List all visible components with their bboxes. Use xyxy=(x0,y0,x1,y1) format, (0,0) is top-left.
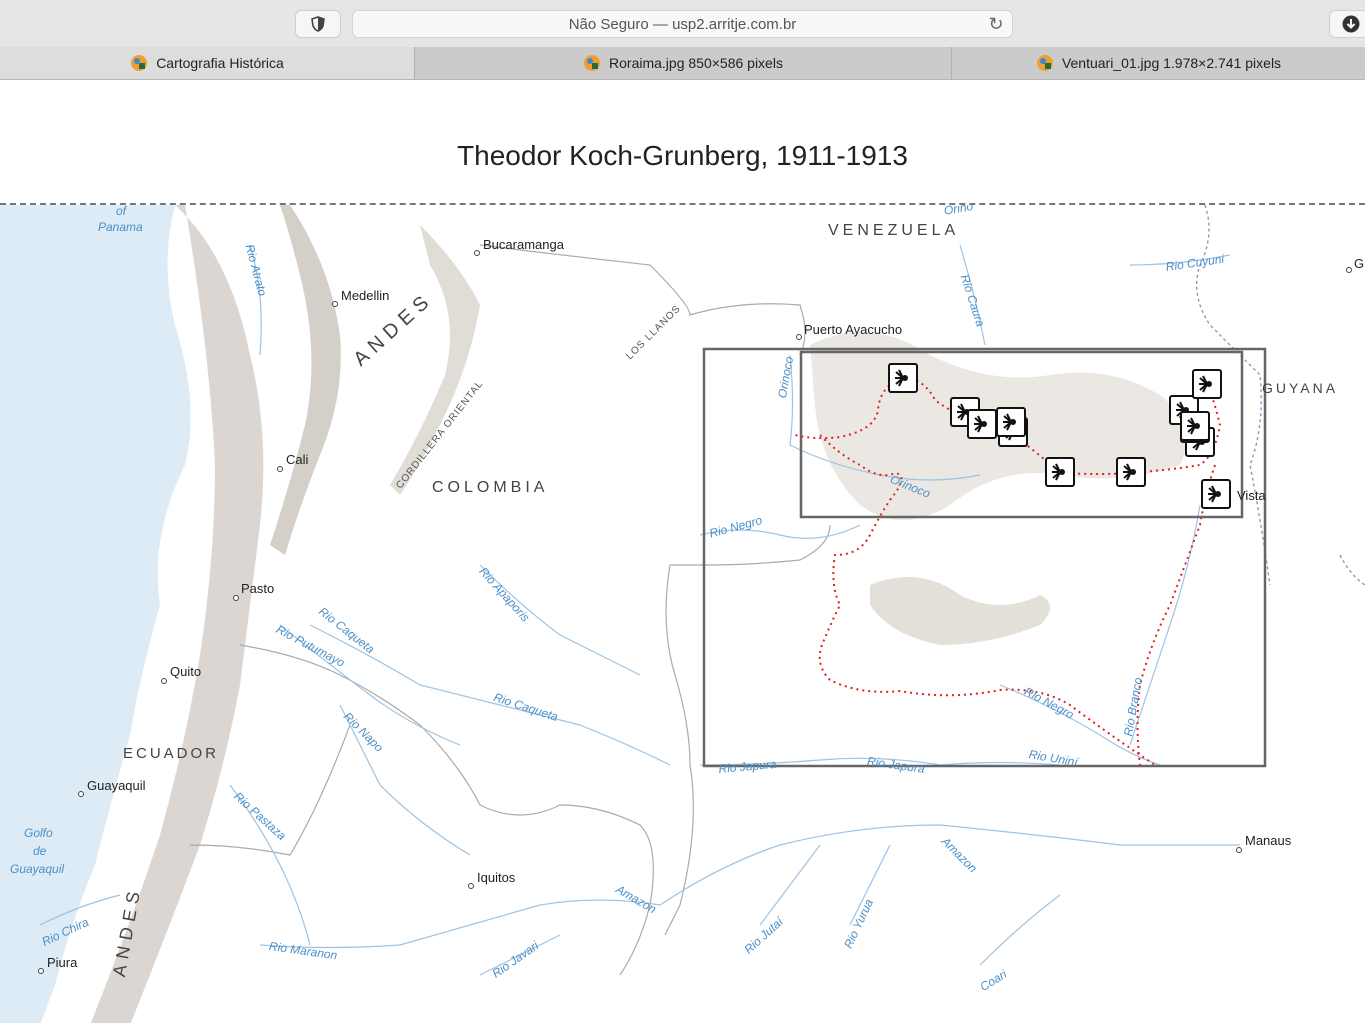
city-label: Cali xyxy=(286,452,309,467)
address-bar[interactable]: Não Seguro — usp2.arritje.com.br ↻ xyxy=(352,10,1013,38)
url-text: Não Seguro — usp2.arritje.com.br xyxy=(568,15,797,33)
photo-marker[interactable] xyxy=(1045,457,1075,487)
camera-marker-icon xyxy=(895,369,908,387)
favicon-icon xyxy=(1036,55,1053,71)
tab-ventuari[interactable]: Ventuari_01.jpg 1.978×2.741 pixels xyxy=(951,47,1365,79)
city-label: Pasto xyxy=(241,581,275,596)
ocean-label: de xyxy=(33,844,47,858)
tab-label: Roraima.jpg 850×586 pixels xyxy=(609,55,783,71)
expedition-map[interactable]: VENEZUELA COLOMBIA ECUADOR GUYANA ANDES … xyxy=(0,203,1365,1023)
city-label: Manaus xyxy=(1245,833,1292,848)
country-label: ECUADOR xyxy=(123,745,220,762)
page-title: Theodor Koch-Grunberg, 1911-1913 xyxy=(457,140,908,171)
country-label: GUYANA xyxy=(1262,380,1339,396)
camera-marker-icon xyxy=(1123,463,1136,481)
tab-roraima[interactable]: Roraima.jpg 850×586 pixels xyxy=(414,47,951,79)
photo-marker[interactable] xyxy=(1180,411,1210,441)
tab-bar: Cartografia Histórica Roraima.jpg 850×58… xyxy=(0,47,1365,80)
ocean-label: Golfo xyxy=(24,826,53,840)
photo-marker[interactable] xyxy=(1116,457,1146,487)
tab-label: Cartografia Histórica xyxy=(156,55,284,71)
country-label: VENEZUELA xyxy=(828,222,960,239)
city-dot xyxy=(38,968,44,974)
privacy-shield-button[interactable] xyxy=(295,10,341,38)
city-dot xyxy=(1236,847,1242,853)
country-label: COLOMBIA xyxy=(432,479,549,496)
tab-cartografia[interactable]: Cartografia Histórica xyxy=(0,47,414,79)
city-dot xyxy=(78,791,84,797)
city-dot xyxy=(468,883,474,889)
camera-marker-icon xyxy=(1208,485,1221,503)
download-icon xyxy=(1342,15,1360,33)
city-dot xyxy=(277,466,283,472)
shield-icon xyxy=(311,16,325,32)
city-label: Piura xyxy=(47,955,78,970)
photo-marker[interactable] xyxy=(996,407,1026,437)
reload-icon[interactable]: ↻ xyxy=(986,14,1006,34)
tab-label: Ventuari_01.jpg 1.978×2.741 pixels xyxy=(1061,55,1282,71)
city-label: Guayaquil xyxy=(87,778,146,793)
favicon-icon xyxy=(584,55,601,71)
camera-marker-icon xyxy=(1003,413,1016,431)
city-label: Medellin xyxy=(341,288,390,303)
city-dot xyxy=(1346,267,1352,273)
camera-marker-icon xyxy=(1199,375,1212,393)
ocean-label: of xyxy=(116,204,127,218)
city-label: Iquitos xyxy=(477,870,516,885)
camera-marker-icon xyxy=(974,415,987,433)
photo-marker[interactable] xyxy=(1192,369,1222,399)
city-label: Quito xyxy=(170,664,202,679)
camera-marker-icon xyxy=(1187,417,1200,435)
browser-toolbar: Não Seguro — usp2.arritje.com.br ↻ xyxy=(0,0,1365,47)
city-label: G xyxy=(1354,256,1365,271)
city-dot xyxy=(332,301,338,307)
city-label: Vista xyxy=(1237,488,1266,503)
photo-marker[interactable] xyxy=(888,363,918,393)
photo-marker[interactable] xyxy=(967,409,997,439)
downloads-button[interactable] xyxy=(1329,10,1365,38)
ocean-label: Panama xyxy=(98,220,143,234)
city-label: Puerto Ayacucho xyxy=(804,322,903,337)
city-dot xyxy=(161,678,167,684)
city-dot xyxy=(233,595,239,601)
camera-marker-icon xyxy=(1052,463,1065,481)
city-label: Bucaramanga xyxy=(483,237,564,252)
map-base xyxy=(0,205,1365,1023)
ocean-label: Guayaquil xyxy=(10,862,65,876)
city-dot xyxy=(796,334,802,340)
photo-marker[interactable] xyxy=(1201,479,1231,509)
favicon-icon xyxy=(131,55,148,71)
city-dot xyxy=(474,250,480,256)
